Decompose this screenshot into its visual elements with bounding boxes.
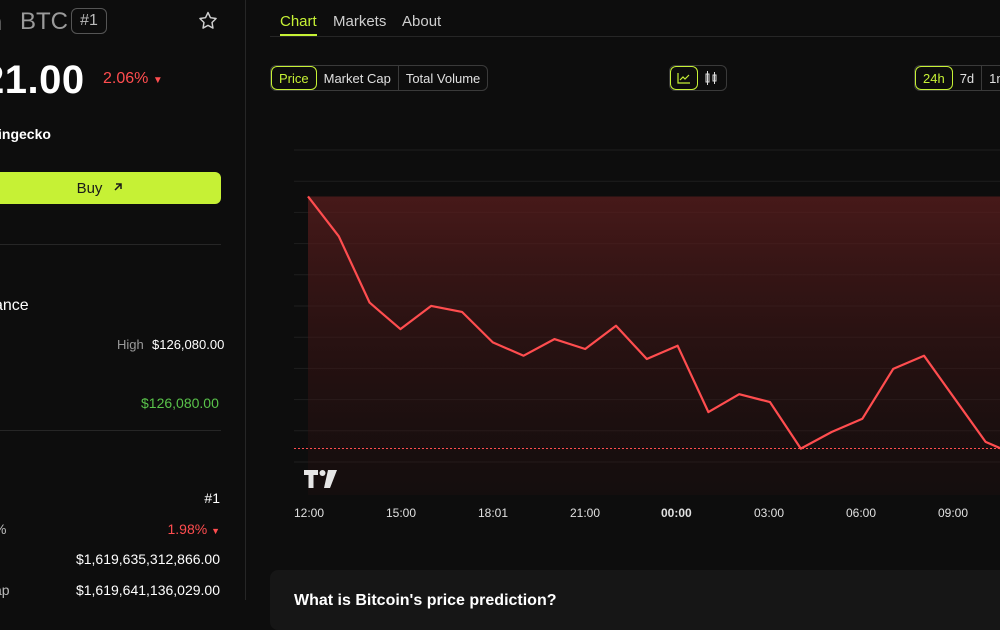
- coin-name: n: [0, 6, 2, 37]
- candlestick-icon[interactable]: [698, 66, 726, 90]
- market-cap-rank: #1: [204, 490, 220, 506]
- panel-divider: [245, 0, 246, 600]
- total-volume-toggle[interactable]: Total Volume: [399, 66, 487, 90]
- price-toggle[interactable]: Price: [271, 66, 317, 90]
- price-area-fill: [308, 196, 1000, 495]
- fdv-value: $1,619,641,136,029.00: [75, 582, 220, 598]
- x-tick-label: 00:00: [661, 506, 692, 520]
- rank-badge: #1: [71, 8, 107, 34]
- coin-symbol: BTC: [20, 8, 68, 35]
- chart-style-toggle: [669, 65, 727, 91]
- x-tick-label: 15:00: [386, 506, 417, 520]
- divider: [0, 244, 221, 245]
- price-change-24h: 2.06% ▼: [103, 70, 163, 88]
- tab-about[interactable]: About: [402, 13, 441, 30]
- buy-label: Buy: [76, 179, 103, 197]
- caret-down-icon: ▼: [152, 75, 163, 86]
- tradingview-logo: [304, 470, 338, 493]
- stat-label: %: [0, 521, 6, 537]
- x-tick-label: 06:00: [846, 506, 877, 520]
- line-chart-icon[interactable]: [670, 66, 698, 90]
- price-change-value: 2.06%: [103, 70, 149, 87]
- star-icon[interactable]: [197, 10, 219, 32]
- x-tick-label: 12:00: [294, 506, 325, 520]
- market-cap-toggle[interactable]: Market Cap: [317, 66, 399, 90]
- buy-button[interactable]: Buy: [0, 172, 221, 204]
- time-range-toggle: 24h 7d 1m: [914, 65, 1000, 91]
- x-tick-label: 18:01: [478, 506, 509, 520]
- stat-label: ap: [0, 582, 10, 598]
- range-1m[interactable]: 1m: [982, 66, 1000, 90]
- high-label: High: [117, 337, 144, 352]
- range-7d[interactable]: 7d: [953, 66, 983, 90]
- range-24h[interactable]: 24h: [915, 66, 953, 90]
- x-tick-label: 03:00: [754, 506, 785, 520]
- chart-metric-toggle: Price Market Cap Total Volume: [270, 65, 489, 91]
- tab-chart[interactable]: Chart: [280, 13, 317, 30]
- ath-value: $126,080.00: [141, 395, 219, 411]
- high-value: $126,080.00: [152, 337, 225, 352]
- tab-markets[interactable]: Markets: [333, 13, 386, 30]
- tabs-divider: [270, 36, 1000, 37]
- prediction-title: What is Bitcoin's price prediction?: [294, 592, 557, 609]
- active-tab-indicator: [280, 34, 317, 36]
- x-tick-label: 09:00: [938, 506, 969, 520]
- performance-title: ance: [0, 297, 29, 314]
- stat-change-value: 1.98%: [167, 521, 208, 537]
- market-cap-value: $1,619,635,312,866.00: [75, 551, 220, 567]
- price-chart[interactable]: [270, 130, 1000, 500]
- data-source: ingecko: [0, 126, 51, 142]
- arrow-up-right-icon: [112, 180, 124, 197]
- current-price: 21.00: [0, 58, 85, 102]
- caret-down-icon: ▼: [211, 526, 220, 536]
- divider: [0, 430, 221, 431]
- x-tick-label: 21:00: [570, 506, 601, 520]
- market-cap-change: 1.98% ▼: [167, 521, 220, 537]
